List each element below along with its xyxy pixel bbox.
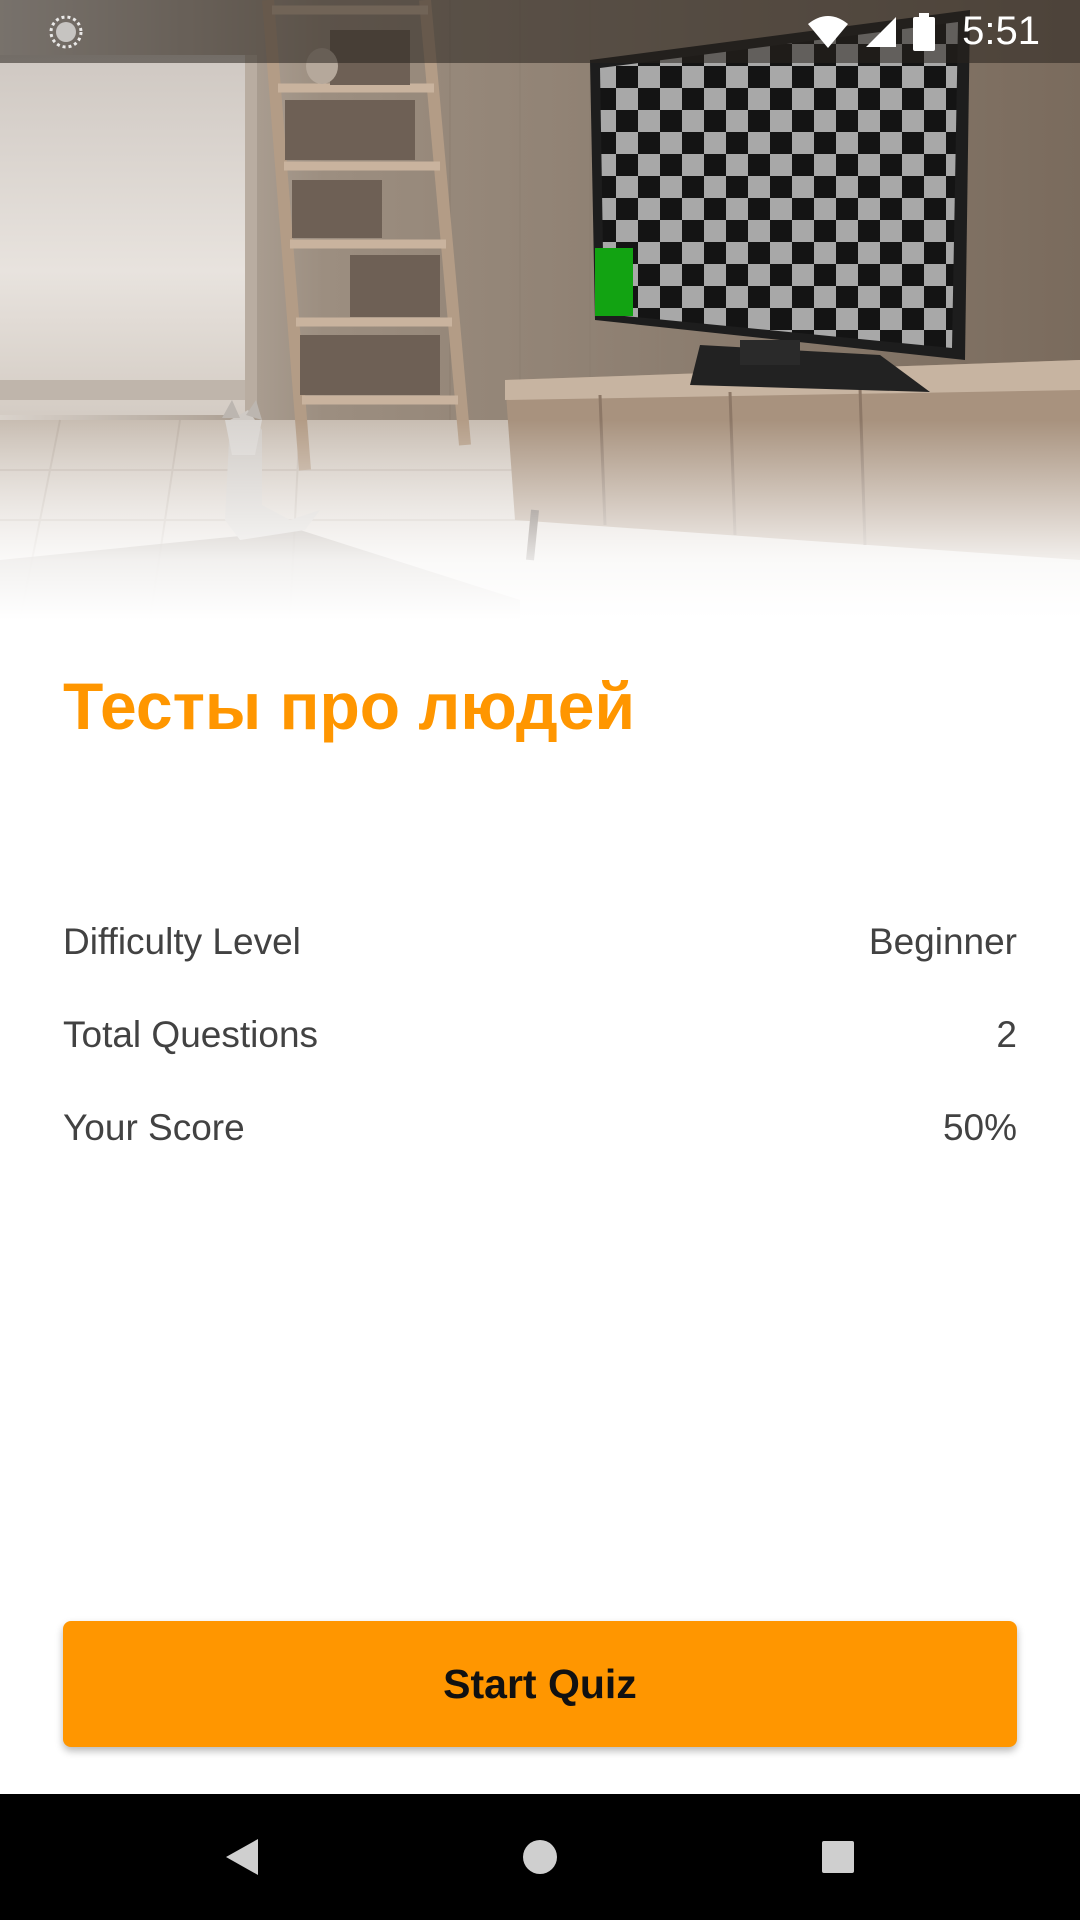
- score-value: 50%: [942, 1107, 1017, 1148]
- status-bar: 5:51: [0, 0, 1080, 63]
- back-button[interactable]: [212, 1827, 272, 1887]
- difficulty-row: Difficulty Level Beginner: [63, 912, 1017, 972]
- cell-signal-icon: [866, 16, 897, 47]
- recents-button[interactable]: [808, 1827, 868, 1887]
- wifi-icon: [808, 15, 849, 48]
- total-questions-value: 2: [996, 1014, 1017, 1055]
- navigation-bar: [0, 1794, 1080, 1920]
- total-questions-label: Total Questions: [63, 1014, 319, 1055]
- difficulty-value: Beginner: [868, 921, 1017, 962]
- score-label: Your Score: [63, 1107, 245, 1148]
- status-right-group: 5:51: [806, 0, 1040, 63]
- total-questions-row: Total Questions 2: [63, 1005, 1017, 1065]
- status-time: 5:51: [962, 9, 1040, 53]
- home-icon: [523, 1840, 557, 1874]
- home-button[interactable]: [510, 1827, 570, 1887]
- quiz-title: Тесты про людей: [63, 669, 636, 743]
- recents-icon: [822, 1841, 854, 1873]
- battery-icon: [913, 12, 936, 51]
- quiz-detail-screen: 5:51 Тесты про людей Difficulty Level Be…: [0, 0, 1080, 1920]
- difficulty-label: Difficulty Level: [63, 921, 301, 962]
- start-quiz-button[interactable]: Start Quiz: [63, 1621, 1017, 1747]
- loading-circle-icon: [49, 15, 83, 49]
- score-row: Your Score 50%: [63, 1098, 1017, 1158]
- hero-image: [0, 0, 1080, 620]
- living-room-illustration: [0, 0, 1080, 620]
- back-icon: [226, 1839, 258, 1875]
